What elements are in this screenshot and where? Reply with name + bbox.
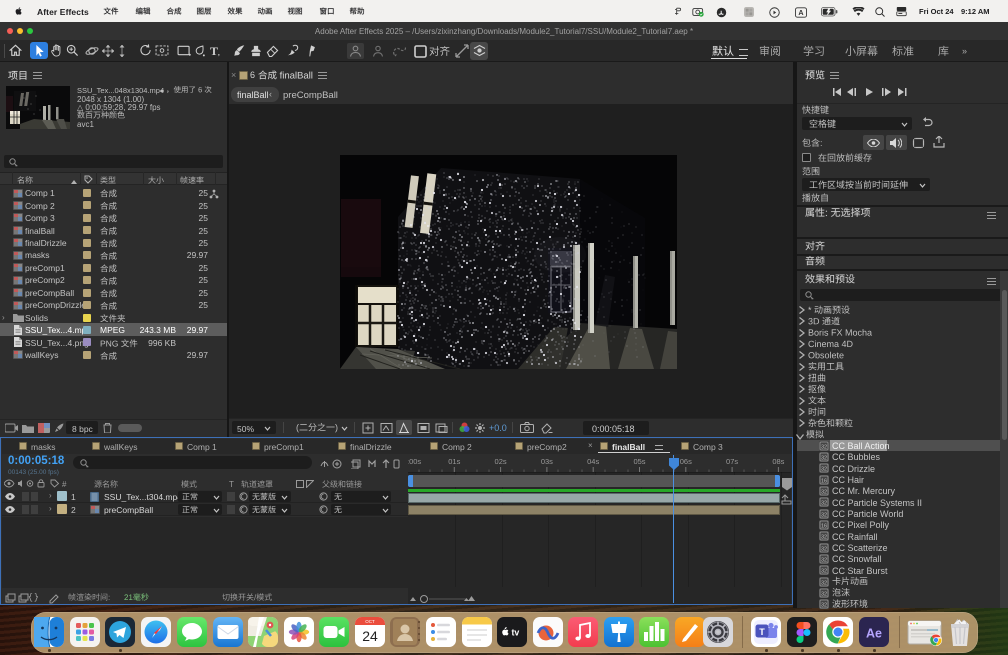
svg-text:01s: 01s	[448, 457, 460, 466]
svg-text:16: 16	[821, 478, 827, 484]
svg-text:08s: 08s	[772, 457, 784, 466]
svg-text:32: 32	[821, 512, 827, 518]
svg-text:Ae: Ae	[866, 626, 882, 640]
svg-text:tv: tv	[512, 627, 520, 637]
svg-text:32: 32	[821, 580, 827, 586]
svg-text:07s: 07s	[726, 457, 738, 466]
svg-text:04s: 04s	[587, 457, 599, 466]
svg-text:32: 32	[821, 557, 827, 563]
svg-text:32: 32	[821, 489, 827, 495]
svg-text:T: T	[759, 627, 765, 637]
svg-text::00s: :00s	[408, 457, 421, 466]
svg-text:05s: 05s	[633, 457, 645, 466]
svg-text:32: 32	[821, 501, 827, 507]
svg-text:24: 24	[362, 628, 378, 644]
svg-text:03s: 03s	[541, 457, 553, 466]
svg-text:02s: 02s	[495, 457, 507, 466]
svg-text:16: 16	[821, 523, 827, 529]
svg-text:32: 32	[821, 467, 827, 473]
svg-text:A: A	[798, 7, 803, 16]
svg-text:32: 32	[821, 535, 827, 541]
svg-text:06s: 06s	[680, 457, 692, 466]
svg-text:32: 32	[821, 591, 827, 597]
svg-text:32: 32	[821, 603, 827, 609]
svg-text:32: 32	[821, 455, 827, 461]
svg-text:OCT: OCT	[365, 619, 375, 624]
svg-text:32: 32	[821, 569, 827, 575]
svg-text:32: 32	[821, 444, 827, 450]
svg-text:32: 32	[821, 546, 827, 552]
